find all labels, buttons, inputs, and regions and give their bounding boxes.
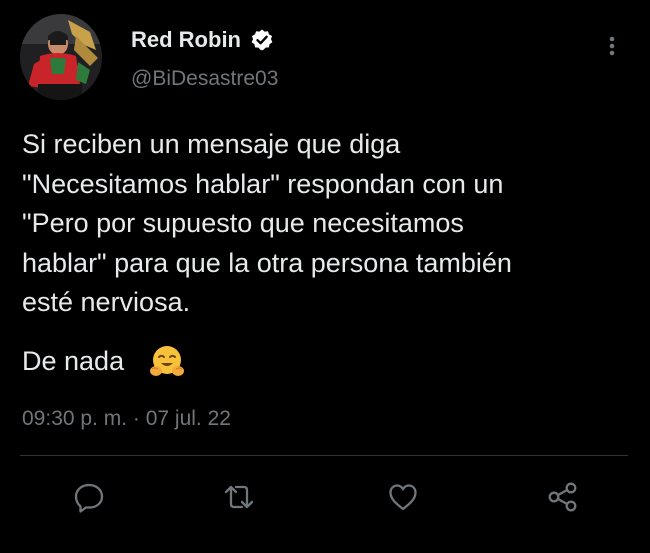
tweet-text-line: Si reciben un mensaje que diga: [22, 129, 401, 159]
tweet-text: Si reciben un mensaje que diga "Necesita…: [22, 125, 632, 323]
tweet-text-line: "Pero por supuesto que necesitamos: [22, 208, 464, 238]
divider: [20, 455, 628, 456]
share-icon[interactable]: [546, 480, 580, 514]
reply-icon[interactable]: [72, 480, 106, 514]
display-name[interactable]: Red Robin: [131, 27, 241, 53]
heart-icon[interactable]: [386, 480, 420, 514]
tweet-card: Red Robin @BiDesastre03 Si reciben un me…: [0, 0, 650, 553]
hugging-face-icon: [149, 344, 185, 380]
avatar-image: [20, 14, 102, 100]
more-vertical-icon[interactable]: [598, 34, 626, 60]
tweet-text-line: hablar" para que la otra persona también: [22, 247, 512, 278]
tweet-closing-text: De nada: [22, 346, 125, 376]
user-handle[interactable]: @BiDesastre03: [131, 66, 278, 92]
retweet-icon[interactable]: [222, 480, 256, 514]
verified-badge-icon: [250, 28, 274, 52]
avatar[interactable]: [20, 14, 102, 100]
tweet-text-line: esté nerviosa.: [22, 287, 191, 317]
tweet-timestamp[interactable]: 09:30 p. m. · 07 jul. 22: [22, 406, 231, 432]
tweet-text-line: "Necesitamos hablar" respondan con un: [22, 168, 504, 199]
